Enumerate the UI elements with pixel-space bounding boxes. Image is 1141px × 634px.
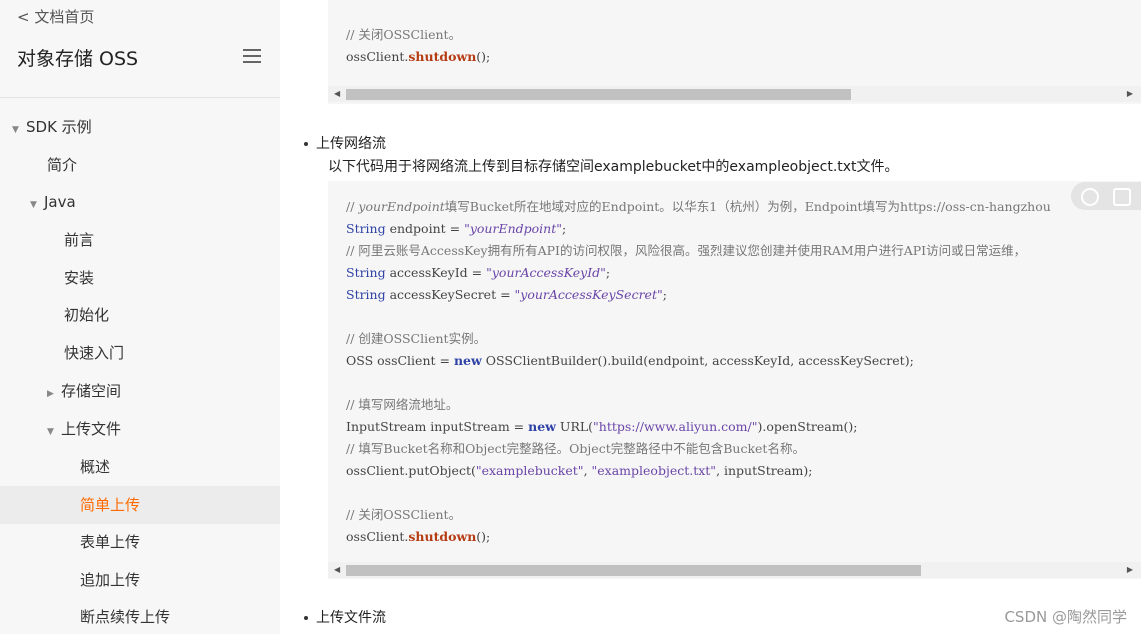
code-string: "yourAccessKeyId" (486, 265, 606, 280)
code-comment: // 阿里云账号AccessKey拥有所有API的访问权限，风险很高。强烈建议您… (346, 243, 1027, 258)
code-text: , inputStream); (716, 463, 813, 478)
nav-item-install[interactable]: 安装 (0, 259, 280, 297)
section-bullet-file-stream: 上传文件流 (304, 607, 386, 627)
nav-item-label: 初始化 (64, 306, 110, 324)
section-description: 以下代码用于将网络流上传到目标存储空间examplebucket中的exampl… (328, 159, 899, 175)
nav-item-java[interactable]: ▼ Java (0, 183, 280, 221)
code-string: "https://www.aliyun.com/" (593, 419, 758, 434)
code-text: ossClient. (346, 49, 409, 64)
code-text: accessKeyId = (385, 265, 487, 280)
code-string: "yourEndpoint" (464, 221, 562, 236)
caret-right-icon: ▶ (47, 389, 54, 399)
code-keyword: new (528, 419, 556, 434)
nav-item-label: 快速入门 (64, 344, 125, 362)
code-text: (); (476, 529, 491, 544)
code-text: ).openStream(); (757, 419, 858, 434)
nav-item-label: Java (44, 193, 76, 211)
nav-item-buckets[interactable]: ▶ 存储空间 (0, 372, 280, 410)
nav-item-quickstart[interactable]: 快速入门 (0, 334, 280, 372)
code-string: "exampleobject.txt" (591, 463, 717, 478)
code-text: ossClient.putObject( (346, 463, 476, 478)
nav-item-label: 概述 (80, 458, 111, 476)
code-text: accessKeySecret = (385, 287, 515, 302)
code-keyword: String (346, 221, 386, 236)
code-block-previous: // 关闭OSSClient。 ossClient.shutdown(); ◀ … (328, 0, 1141, 104)
scroll-right-arrow-icon[interactable]: ▶ (1127, 89, 1133, 98)
code-text: (); (476, 49, 491, 64)
nav-item-overview[interactable]: 概述 (0, 448, 280, 486)
nav-item-upload-files[interactable]: ▼ 上传文件 (0, 410, 280, 448)
code-comment: // 关闭OSSClient。 (346, 27, 462, 42)
caret-down-icon: ▼ (12, 125, 19, 135)
horizontal-scrollbar[interactable]: ◀ ▶ (328, 562, 1141, 578)
code-function: shutdown (408, 529, 477, 544)
nav-item-label: 存储空间 (61, 382, 122, 400)
code-text: ; (662, 287, 667, 302)
scrollbar-thumb[interactable] (346, 565, 921, 576)
nav-item-label: 前言 (64, 231, 95, 249)
caret-down-icon: ▼ (47, 427, 54, 437)
code-text: OSSClientBuilder().build(endpoint, acces… (481, 353, 914, 368)
code-text: OSS ossClient = (346, 353, 454, 368)
nav-item-form-upload[interactable]: 表单上传 (0, 523, 280, 561)
code-lines: // 关闭OSSClient。 ossClient.shutdown(); (346, 24, 1141, 68)
sidebar: < 文档首页 对象存储 OSS ▼ SDK 示例 简介 ▼ Java 前言 安装 初… (0, 0, 280, 634)
nav-item-resumable-upload[interactable]: 断点续传上传 (0, 598, 280, 634)
nav-item-label: 简介 (47, 156, 78, 174)
code-text: , (583, 463, 592, 478)
nav-item-label: 断点续传上传 (80, 608, 171, 626)
code-block-network-stream: // yourEndpoint填写Bucket所在地域对应的Endpoint。以… (328, 181, 1141, 579)
nav-item-append-upload[interactable]: 追加上传 (0, 561, 280, 599)
code-lines: // yourEndpoint填写Bucket所在地域对应的Endpoint。以… (346, 196, 1141, 548)
nav-item-intro[interactable]: 简介 (0, 146, 280, 184)
sidebar-divider (0, 97, 280, 98)
code-comment: // 填写网络流地址。 (346, 397, 459, 412)
code-comment: // 填写Bucket名称和Object完整路径。Object完整路径中不能包含… (346, 441, 805, 456)
nav-item-init[interactable]: 初始化 (0, 296, 280, 334)
caret-down-icon: ▼ (30, 200, 37, 210)
nav-item-label: 追加上传 (80, 571, 141, 589)
code-comment: // yourEndpoint填写Bucket所在地域对应的Endpoint。以… (346, 199, 1051, 214)
main-content: // 关闭OSSClient。 ossClient.shutdown(); ◀ … (280, 0, 1141, 634)
code-text: ossClient. (346, 529, 409, 544)
scroll-left-arrow-icon[interactable]: ◀ (334, 565, 340, 574)
code-comment: // 关闭OSSClient。 (346, 507, 462, 522)
nav-item-label: 简单上传 (80, 496, 141, 514)
code-text: ; (561, 221, 567, 236)
back-to-docs-home-link[interactable]: < 文档首页 (17, 6, 94, 27)
nav-item-label: 上传文件 (61, 420, 122, 438)
nav-item-label: 表单上传 (80, 533, 141, 551)
nav-item-preface[interactable]: 前言 (0, 221, 280, 259)
hamburger-menu-icon[interactable] (243, 49, 261, 63)
nav-item-sdk-examples[interactable]: ▼ SDK 示例 (0, 108, 280, 146)
scroll-right-arrow-icon[interactable]: ▶ (1127, 565, 1133, 574)
code-text: endpoint = (385, 221, 465, 236)
section-bullet-network-stream: 上传网络流 (304, 133, 386, 153)
scroll-left-arrow-icon[interactable]: ◀ (334, 89, 340, 98)
nav-item-label: SDK 示例 (26, 118, 92, 136)
code-keyword: String (346, 287, 386, 302)
code-keyword: new (453, 353, 482, 368)
scrollbar-thumb[interactable] (346, 89, 851, 100)
code-string: "yourAccessKeySecret" (514, 287, 663, 302)
watermark: CSDN @陶然同学 (1004, 608, 1127, 626)
code-string: "examplebucket" (475, 463, 584, 478)
code-text: InputStream inputStream = (346, 419, 529, 434)
code-keyword: String (346, 265, 386, 280)
code-function: shutdown (408, 49, 477, 64)
code-text: ; (605, 265, 611, 280)
code-text: URL( (555, 419, 594, 434)
nav-item-label: 安装 (64, 269, 95, 287)
product-title: 对象存储 OSS (17, 48, 139, 70)
code-comment: // 创建OSSClient实例。 (346, 331, 487, 346)
horizontal-scrollbar[interactable]: ◀ ▶ (328, 86, 1141, 102)
nav-item-simple-upload[interactable]: 简单上传 (0, 486, 280, 524)
